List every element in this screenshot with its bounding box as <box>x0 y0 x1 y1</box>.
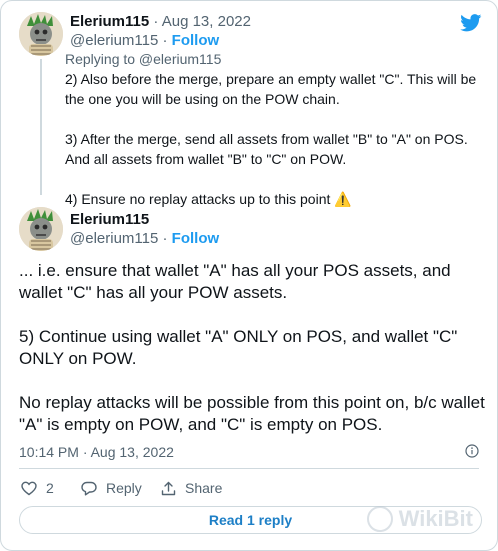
author-handle[interactable]: @elerium115 · <box>70 230 168 247</box>
thread-tweet-text: 2) Also before the merge, prepare an emp… <box>65 69 490 209</box>
author-handle[interactable]: @elerium115 · <box>70 32 168 49</box>
watermark: WikiBit <box>366 506 473 532</box>
divider <box>19 468 479 469</box>
tweet-paragraph: 2) Also before the merge, prepare an emp… <box>65 71 477 107</box>
avatar[interactable] <box>19 207 63 251</box>
author-name[interactable]: Elerium115 <box>70 211 149 228</box>
tweet-paragraph: 5) Continue using wallet "A" ONLY on POS… <box>19 327 458 368</box>
share-icon <box>161 481 176 495</box>
tweet-timestamp[interactable]: 10:14 PM · Aug 13, 2022 <box>19 444 174 460</box>
reply-label: Reply <box>106 480 142 496</box>
author-name[interactable]: Elerium115 <box>70 13 149 30</box>
tweet-paragraph: ... i.e. ensure that wallet "A" has all … <box>19 261 451 302</box>
like-button[interactable]: 2 <box>21 480 54 496</box>
reply-button[interactable]: Reply <box>81 480 142 496</box>
thread-connector-line <box>40 59 42 195</box>
follow-button[interactable]: Follow <box>172 32 220 49</box>
share-button[interactable]: Share <box>161 480 222 496</box>
heart-icon <box>21 481 37 495</box>
follow-button[interactable]: Follow <box>172 230 220 247</box>
tweet-date[interactable]: · Aug 13, 2022 <box>153 13 251 30</box>
tweet-paragraph: 3) After the merge, send all assets from… <box>65 131 468 167</box>
reply-bubble-icon <box>81 481 97 495</box>
replying-to-label: Replying to @elerium115 <box>65 51 222 67</box>
like-count: 2 <box>46 480 54 496</box>
tweet-paragraph: No replay attacks will be possible from … <box>19 393 485 434</box>
share-label: Share <box>185 480 223 496</box>
main-tweet-text: ... i.e. ensure that wallet "A" has all … <box>19 260 489 436</box>
info-icon[interactable] <box>465 444 479 458</box>
twitter-bird-icon[interactable] <box>460 14 482 32</box>
watermark-logo-icon <box>366 506 393 532</box>
tweet-paragraph: 4) Ensure no replay attacks up to this p… <box>65 191 352 207</box>
tweet-embed-card: Elerium115 · Aug 13, 2022 @elerium115 · … <box>0 0 498 551</box>
avatar[interactable] <box>19 12 63 56</box>
watermark-text: WikiBit <box>398 506 473 531</box>
